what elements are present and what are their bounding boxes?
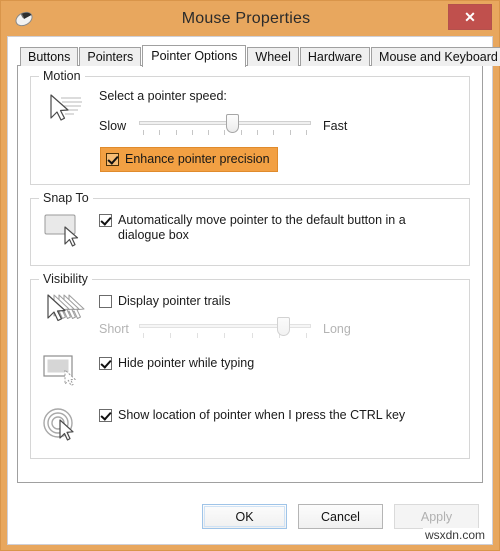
ok-button[interactable]: OK	[202, 504, 287, 529]
show-pointer-location-checkbox[interactable]	[99, 409, 112, 422]
pointer-trails-slider-thumb[interactable]	[277, 317, 290, 336]
visibility-trails-row: Display pointer trails Short Long	[41, 290, 459, 340]
cancel-button[interactable]: Cancel	[298, 504, 383, 529]
tab-page-pointer-options: Motion Select a pointer speed: Slow Fast…	[17, 65, 483, 483]
pointer-trails-slider-row: Short Long	[99, 317, 459, 340]
hide-pointer-typing-row[interactable]: Hide pointer while typing	[99, 356, 459, 371]
display-pointer-trails-row[interactable]: Display pointer trails	[99, 294, 459, 309]
tab-mouse-and-keyboard-center[interactable]: Mouse and Keyboard Center	[371, 47, 500, 66]
pointer-trails-max-label: Long	[323, 322, 351, 336]
hide-pointer-typing-checkbox[interactable]	[99, 357, 112, 370]
tab-pointers[interactable]: Pointers	[79, 47, 142, 66]
display-pointer-trails-label[interactable]: Display pointer trails	[118, 294, 231, 309]
display-pointer-trails-checkbox[interactable]	[99, 295, 112, 308]
pointer-speed-slider-row: Slow Fast	[99, 114, 459, 137]
pointer-speed-max-label: Fast	[323, 119, 348, 133]
pointer-speed-min-label: Slow	[99, 119, 127, 133]
auto-move-pointer-row[interactable]: Automatically move pointer to the defaul…	[99, 213, 459, 243]
show-pointer-location-icon	[41, 404, 99, 444]
tab-pointer-options[interactable]: Pointer Options	[142, 45, 247, 67]
group-motion: Motion Select a pointer speed: Slow Fast…	[30, 69, 470, 185]
tab-wheel[interactable]: Wheel	[247, 47, 299, 66]
show-pointer-location-row[interactable]: Show location of pointer when I press th…	[99, 408, 459, 423]
enhance-pointer-precision-label[interactable]: Enhance pointer precision	[125, 152, 270, 167]
mouse-icon	[9, 6, 39, 32]
pointer-trails-min-label: Short	[99, 322, 129, 336]
tab-hardware[interactable]: Hardware	[299, 47, 371, 66]
slider-ticks	[143, 130, 307, 136]
pointer-trails-slider[interactable]	[139, 317, 311, 340]
snap-to-button-icon	[41, 209, 99, 251]
show-pointer-location-label[interactable]: Show location of pointer when I press th…	[118, 408, 405, 423]
group-motion-title: Motion	[39, 69, 85, 83]
visibility-show-location-row: Show location of pointer when I press th…	[41, 404, 459, 444]
group-visibility-title: Visibility	[39, 272, 92, 286]
title-bar: Mouse Properties ✕	[7, 1, 493, 36]
pointer-speed-slider[interactable]	[139, 114, 311, 137]
auto-move-pointer-checkbox[interactable]	[99, 214, 112, 227]
visibility-hide-typing-row: Hide pointer while typing	[41, 352, 459, 392]
group-snap-to: Snap To Automatically move pointer to th…	[30, 191, 470, 266]
mouse-properties-window: Mouse Properties ✕ Buttons Pointers Poin…	[0, 0, 500, 551]
pointer-speed-icon	[41, 87, 99, 172]
watermark: wsxdn.com	[422, 528, 487, 542]
close-button[interactable]: ✕	[448, 4, 492, 30]
hide-pointer-typing-label[interactable]: Hide pointer while typing	[118, 356, 254, 371]
tab-buttons[interactable]: Buttons	[20, 47, 79, 66]
pointer-trails-icon	[41, 290, 99, 340]
group-snap-to-title: Snap To	[39, 191, 93, 205]
page-title: Mouse Properties	[181, 9, 311, 27]
tab-strip: Buttons Pointers Pointer Options Wheel H…	[20, 45, 500, 67]
group-visibility: Visibility Display pointer trails Short …	[30, 272, 470, 459]
pointer-speed-label: Select a pointer speed:	[99, 89, 227, 103]
auto-move-pointer-label[interactable]: Automatically move pointer to the defaul…	[118, 213, 408, 243]
dialog-body: Buttons Pointers Pointer Options Wheel H…	[7, 36, 500, 545]
apply-button: Apply	[394, 504, 479, 529]
pointer-speed-slider-thumb[interactable]	[226, 114, 239, 133]
slider-track	[139, 121, 311, 125]
dialog-button-bar: OK Cancel Apply	[8, 489, 492, 544]
enhance-pointer-precision-highlight[interactable]: Enhance pointer precision	[100, 147, 278, 172]
hide-pointer-typing-icon	[41, 352, 99, 392]
enhance-pointer-precision-checkbox[interactable]	[106, 153, 119, 166]
